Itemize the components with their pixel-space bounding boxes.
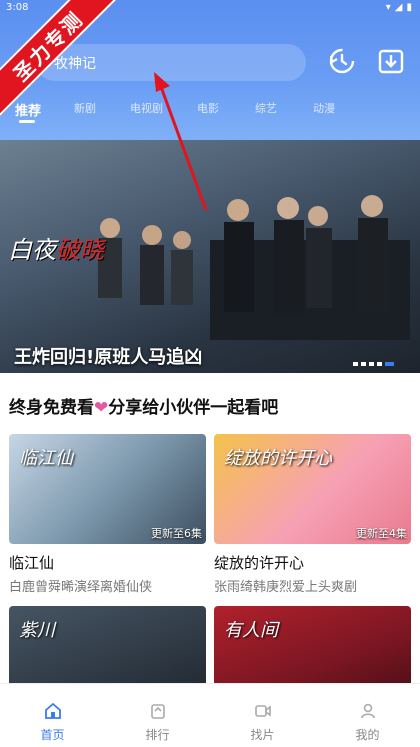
episode-badge: 更新至4集	[356, 527, 407, 540]
episode-badge: 更新至6集	[151, 527, 202, 540]
nav-home[interactable]: 首页	[0, 684, 105, 747]
nav-ranking[interactable]: 排行	[105, 684, 210, 747]
signal-icon: ◢	[394, 2, 403, 13]
download-icon[interactable]	[376, 46, 406, 76]
video-icon	[254, 705, 271, 717]
status-icons: ▾ ◢ ▮	[386, 2, 412, 13]
battery-icon: ▮	[406, 2, 412, 13]
carousel-dot[interactable]	[385, 362, 394, 366]
heart-icon: ❤	[94, 398, 109, 418]
show-subtitle: 白鹿曾舜晞演绎离婚仙侠	[9, 580, 153, 595]
show-title: 绽放的许开心	[214, 554, 305, 572]
bottom-nav: 首页 排行 找片 我的	[0, 683, 420, 747]
show-subtitle: 张雨绮韩庚烈爱上头爽剧	[214, 580, 358, 595]
banner-caption: 王炸回归!原班人马追凶	[14, 347, 203, 368]
show-thumbnail: 绽放的许开心 更新至4集	[214, 434, 411, 544]
nav-profile[interactable]: 我的	[315, 684, 420, 747]
banner-logo: 白夜破晓	[8, 236, 104, 264]
share-promo[interactable]: 终身免费看❤分享给小伙伴一起看吧	[9, 393, 278, 418]
home-icon	[44, 702, 61, 719]
wifi-icon: ▾	[385, 2, 391, 13]
carousel-dots	[353, 362, 394, 366]
carousel-dot[interactable]	[369, 362, 374, 366]
show-card[interactable]: 临江仙 更新至6集 临江仙 白鹿曾舜晞演绎离婚仙侠	[9, 434, 206, 595]
tab-anime[interactable]: 动漫	[313, 100, 335, 116]
ranking-icon	[150, 704, 165, 719]
profile-icon	[360, 703, 375, 719]
tab-variety[interactable]: 综艺	[255, 100, 277, 116]
show-title: 临江仙	[9, 554, 55, 572]
carousel-dot[interactable]	[361, 362, 366, 366]
history-icon[interactable]	[327, 46, 357, 76]
carousel-dot[interactable]	[377, 362, 382, 366]
tab-active-indicator	[19, 120, 35, 123]
tab-recommend[interactable]: 推荐	[15, 100, 41, 119]
banner-image	[98, 195, 410, 340]
carousel-dot[interactable]	[353, 362, 358, 366]
nav-find[interactable]: 找片	[210, 684, 315, 747]
status-time: 3:08	[6, 2, 29, 13]
annotation-arrow	[154, 72, 208, 211]
show-card[interactable]: 绽放的许开心 更新至4集 绽放的许开心 张雨绮韩庚烈爱上头爽剧	[214, 434, 411, 595]
tab-new-drama[interactable]: 新剧	[74, 100, 96, 116]
show-thumbnail: 临江仙 更新至6集	[9, 434, 206, 544]
